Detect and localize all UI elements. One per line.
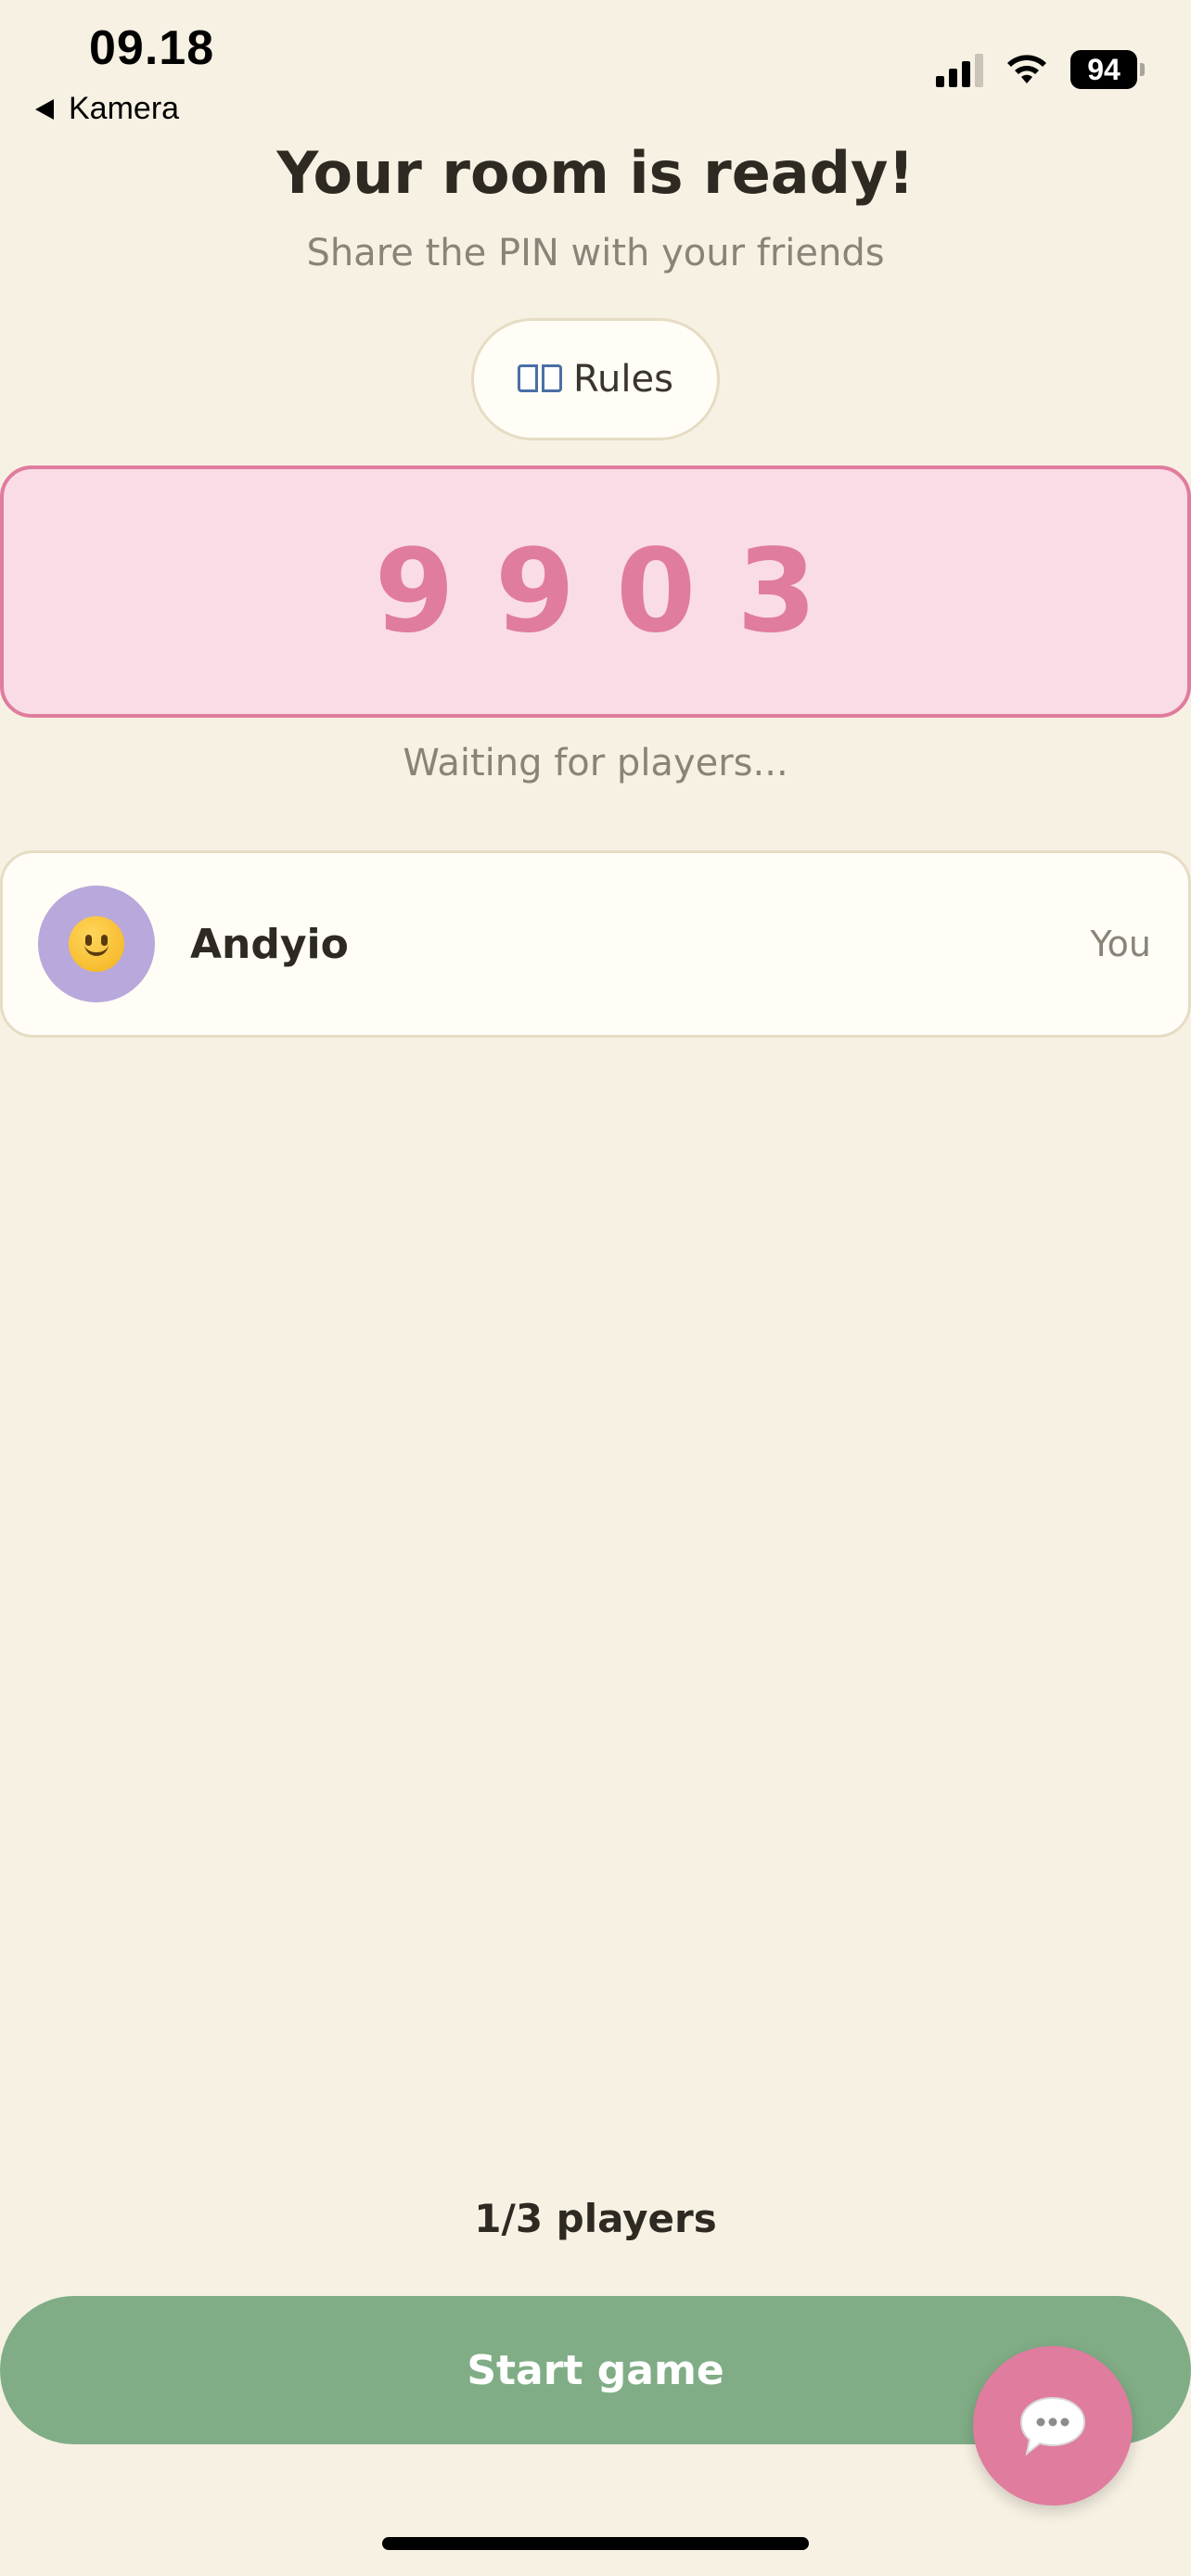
back-arrow-icon: [35, 98, 54, 120]
status-time: 09.18: [89, 21, 215, 75]
smiley-face-icon: [69, 916, 124, 972]
pin-digit: 9: [374, 525, 455, 658]
battery-level: 94: [1070, 50, 1137, 89]
room-pin-display: 9 9 0 3: [0, 465, 1191, 718]
rules-label: Rules: [573, 358, 673, 401]
player-name: Andyio: [190, 920, 349, 968]
pin-digit: 0: [616, 525, 697, 658]
home-indicator[interactable]: [382, 2537, 809, 2550]
chat-button[interactable]: [973, 2346, 1133, 2506]
pin-digit: 3: [736, 525, 817, 658]
status-icons: 94: [936, 50, 1145, 89]
back-to-camera-link[interactable]: Kamera: [35, 91, 179, 127]
page-title: Your room is ready!: [276, 139, 915, 207]
rules-button[interactable]: Rules: [471, 318, 720, 440]
player-list-item: Andyio You: [0, 850, 1191, 1038]
chat-bubble-icon: [1019, 2396, 1086, 2456]
page-subtitle: Share the PIN with your friends: [306, 232, 885, 274]
waiting-status: Waiting for players...: [403, 742, 788, 784]
player-count: 1/3 players: [474, 2196, 717, 2241]
wifi-icon: [1007, 55, 1046, 83]
pin-digit: 9: [494, 525, 575, 658]
cellular-signal-icon: [936, 52, 983, 87]
player-you-tag: You: [1090, 924, 1152, 964]
back-link-label: Kamera: [69, 91, 180, 126]
book-icon: [518, 363, 563, 396]
battery-icon: 94: [1070, 50, 1145, 89]
avatar: [38, 886, 155, 1002]
